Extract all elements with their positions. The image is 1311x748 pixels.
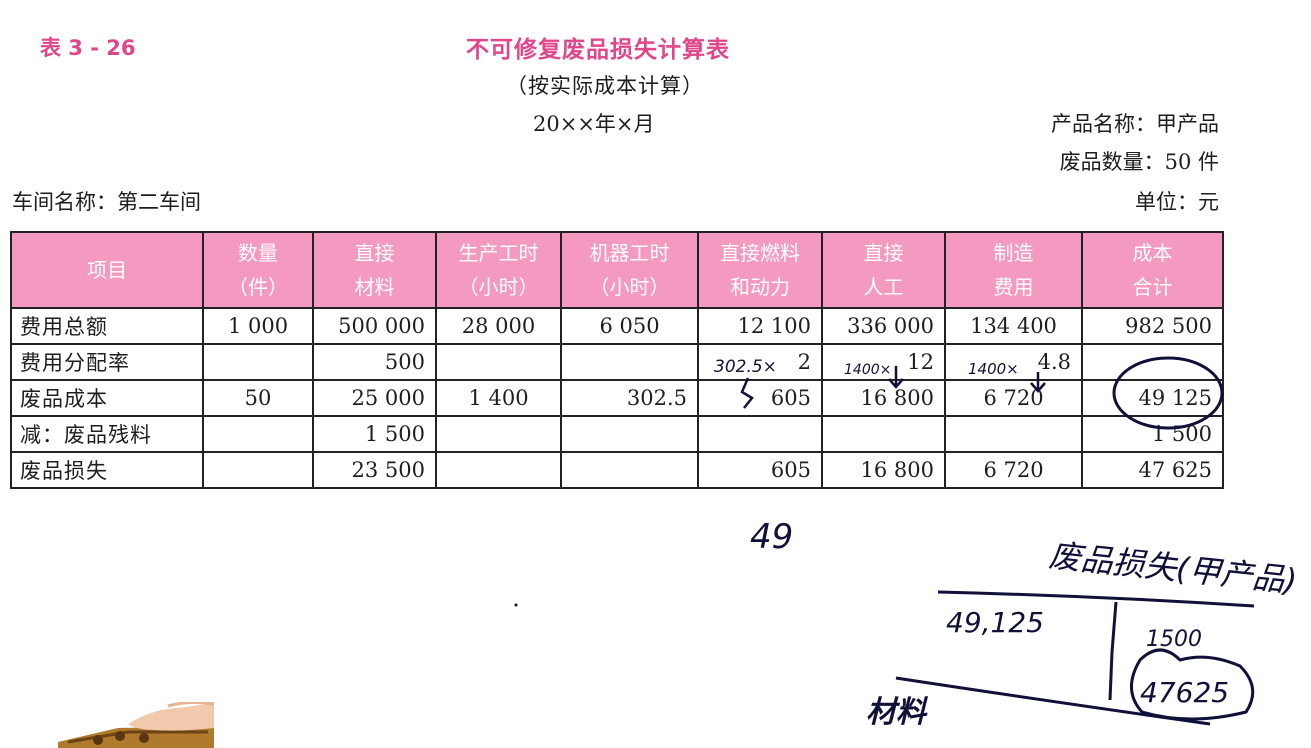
stray-dot <box>514 603 518 607</box>
note-overhead: 1400× <box>968 360 1019 378</box>
bottom-note: 材料 <box>866 695 929 730</box>
t-account-title: 废品损失(甲产品) <box>1047 536 1299 600</box>
arrow-down-icon <box>1030 372 1046 393</box>
note-labor: 1400× <box>844 362 891 378</box>
handwriting-layer: 302.5× 1400× 1400× 49 废品损失(甲产品) 49,125 1… <box>514 356 1299 730</box>
debit-amount: 49,125 <box>946 606 1044 639</box>
t-account-top-line <box>937 590 1255 608</box>
credit-amount: 1500 <box>1146 627 1202 652</box>
credit-total: 47625 <box>1140 676 1229 709</box>
note-49: 49 <box>750 517 793 557</box>
arrow-mark <box>740 377 754 409</box>
note-fuel: 302.5× <box>714 357 777 377</box>
t-account-divider <box>1108 601 1118 701</box>
circle-highlight <box>1112 356 1224 430</box>
corner-photo <box>58 702 214 748</box>
